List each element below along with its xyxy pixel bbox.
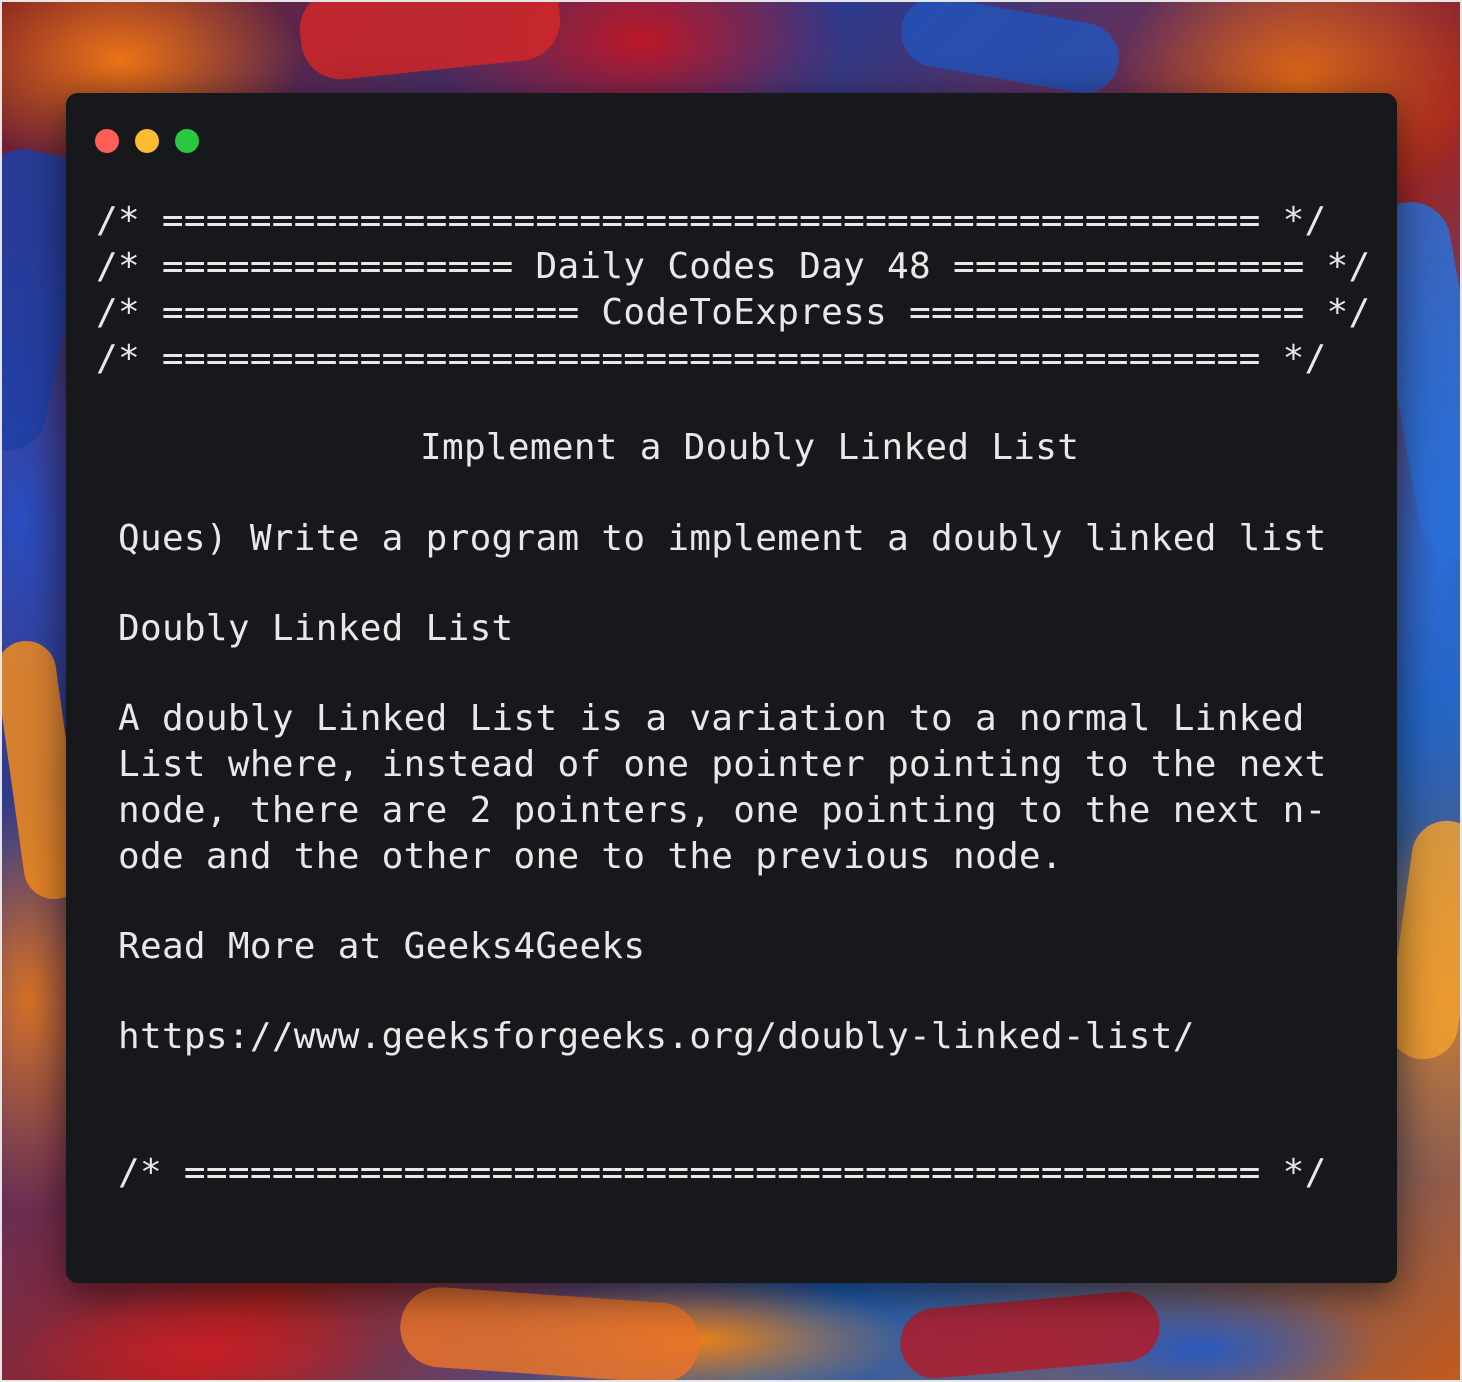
description-line: node, there are 2 pointers, one pointing… <box>118 790 1327 831</box>
description-line: A doubly Linked List is a variation to a… <box>118 698 1305 739</box>
code-content: /* =====================================… <box>66 93 1397 1283</box>
comment-border-top: /* =====================================… <box>96 200 1327 241</box>
comment-subtitle-line: /* =================== CodeToExpress ===… <box>96 292 1371 333</box>
comment-border-footer: /* =====================================… <box>118 1152 1327 1193</box>
comment-border-bottom: /* =====================================… <box>96 338 1327 379</box>
wallpaper-stroke <box>897 1288 1163 1382</box>
comment-title-line: /* ================ Daily Codes Day 48 =… <box>96 246 1371 287</box>
description-line: ode and the other one to the previous no… <box>118 836 1063 877</box>
wallpaper-stroke <box>296 0 564 84</box>
description-line: List where, instead of one pointer point… <box>118 744 1327 785</box>
problem-heading: Implement a Doubly Linked List <box>420 427 1080 468</box>
code-window: /* =====================================… <box>66 93 1397 1283</box>
reference-link[interactable]: https://www.geeksforgeeks.org/doubly-lin… <box>118 1014 1195 1060</box>
wallpaper-stroke <box>895 0 1125 99</box>
read-more-text: Read More at Geeks4Geeks <box>118 926 646 967</box>
section-title: Doubly Linked List <box>118 608 514 649</box>
wallpaper-stroke <box>397 1284 703 1382</box>
question-text: Ques) Write a program to implement a dou… <box>118 518 1327 559</box>
